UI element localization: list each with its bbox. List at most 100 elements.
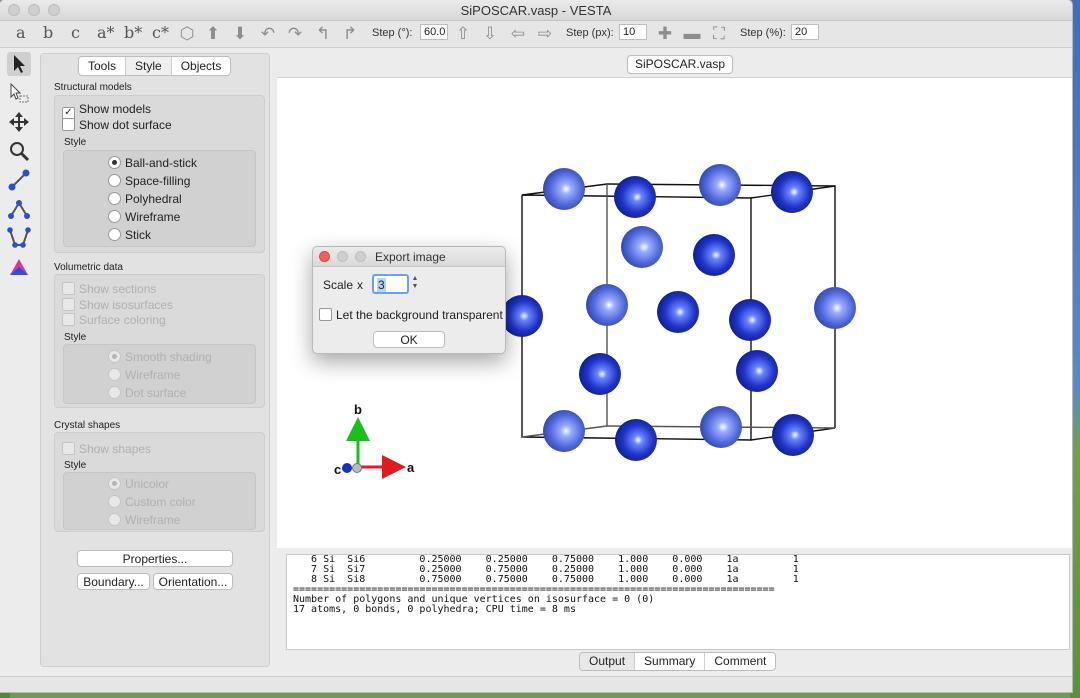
translate-up-icon[interactable]: ⇧ <box>453 24 473 44</box>
axis-b-label: b <box>354 402 362 417</box>
select-tool-icon[interactable] <box>7 52 31 76</box>
view-along-c-button[interactable]: c <box>71 23 80 42</box>
structural-style-group: Ball-and-stick Space-filling Polyhedral … <box>63 150 256 247</box>
tab-comment[interactable]: Comment <box>705 653 775 670</box>
surface-coloring-checkbox[interactable]: Surface coloring <box>62 313 166 327</box>
transparent-background-checkbox[interactable]: Let the background transparent <box>319 308 503 322</box>
panel-tabs: Tools Style Objects <box>78 56 232 76</box>
axis-a-label: a <box>407 460 415 475</box>
rotate-cw-icon[interactable]: ↱ <box>340 24 360 44</box>
step-px-label: Step (px): <box>566 27 614 39</box>
tab-objects[interactable]: Objects <box>172 57 231 75</box>
si-atoms[interactable] <box>501 164 856 461</box>
tab-style[interactable]: Style <box>126 57 172 75</box>
translate-right-icon[interactable]: ⇨ <box>535 24 555 44</box>
select-region-tool-icon[interactable] <box>7 81 31 105</box>
step-degree-label: Step (°): <box>372 27 413 39</box>
step-degree-input[interactable]: 60.0 <box>420 24 448 40</box>
si-atom <box>700 406 742 448</box>
zoom-in-icon[interactable]: ✚ <box>655 24 675 44</box>
si-atom <box>614 176 656 218</box>
show-shapes-checkbox[interactable]: Show shapes <box>62 442 151 456</box>
step-pct-input[interactable]: 20 <box>791 24 819 40</box>
si-atom <box>586 284 628 326</box>
show-dot-surface-checkbox[interactable]: Show dot surface <box>62 118 172 132</box>
rotate-right-icon[interactable]: ↷ <box>285 24 305 44</box>
dialog-title-bar: Export image <box>313 247 505 267</box>
output-line: 17 atoms, 0 bonds, 0 polyhedra; CPU time… <box>293 604 576 615</box>
view-along-a-star-button[interactable]: a* <box>97 23 115 42</box>
orientation-button[interactable]: Orientation... <box>153 573 233 590</box>
lattice-plane-tool-icon[interactable] <box>7 255 31 279</box>
volumetric-wireframe-radio[interactable]: Wireframe <box>108 368 180 382</box>
toolbar: a b c a* b* c* ⬡ ⬆ ⬇ ↶ ↷ ↰ ↱ Step (°): 6… <box>0 21 1072 48</box>
si-atom <box>814 287 856 329</box>
magnify-tool-icon[interactable] <box>7 139 31 163</box>
status-bar <box>0 676 1072 692</box>
structural-style-label: Style <box>64 137 87 148</box>
view-along-b-button[interactable]: b <box>43 23 53 42</box>
show-sections-checkbox[interactable]: Show sections <box>62 282 156 296</box>
ok-button[interactable]: OK <box>373 331 445 348</box>
space-filling-radio[interactable]: Space-filling <box>108 174 190 188</box>
view-along-b-star-button[interactable]: b* <box>124 23 142 42</box>
si-atom <box>693 234 735 276</box>
si-atom <box>543 168 585 210</box>
view-along-a-button[interactable]: a <box>16 23 26 42</box>
properties-button[interactable]: Properties... <box>77 550 233 567</box>
translate-down-icon[interactable]: ⇩ <box>480 24 500 44</box>
volumetric-style-group: Smooth shading Wireframe Dot surface <box>63 344 256 404</box>
structural-models-title: Structural models <box>54 82 132 93</box>
tab-output[interactable]: Output <box>580 653 636 670</box>
angle-tool-icon[interactable] <box>7 197 31 221</box>
smooth-shading-radio[interactable]: Smooth shading <box>108 350 212 364</box>
vesta-window: SiPOSCAR.vasp - VESTA a b c a* b* c* ⬡ ⬆… <box>0 0 1072 692</box>
window-title: SiPOSCAR.vasp - VESTA <box>460 3 612 18</box>
unicolor-radio[interactable]: Unicolor <box>108 477 169 491</box>
custom-color-radio[interactable]: Custom color <box>108 495 196 509</box>
polyhedron-icon[interactable]: ⬡ <box>177 24 197 44</box>
step-pct-label: Step (%): <box>740 27 786 39</box>
stick-radio[interactable]: Stick <box>108 228 151 242</box>
step-px-input[interactable]: 10 <box>619 24 647 40</box>
dialog-close-button[interactable] <box>319 251 330 262</box>
rotate-left-icon[interactable]: ↶ <box>258 24 278 44</box>
dialog-zoom-button[interactable] <box>355 251 366 262</box>
wireframe-radio[interactable]: Wireframe <box>108 210 180 224</box>
si-atom <box>621 226 663 268</box>
volumetric-data-group: Show sections Show isosurfaces Surface c… <box>54 274 265 408</box>
tab-tools[interactable]: Tools <box>79 57 127 75</box>
dihedral-tool-icon[interactable] <box>7 226 31 250</box>
dot-surface-radio[interactable]: Dot surface <box>108 386 186 400</box>
crystal-shapes-group: Show shapes Style Unicolor Custom color … <box>54 432 265 532</box>
polyhedral-radio[interactable]: Polyhedral <box>108 192 182 206</box>
show-isosurfaces-checkbox[interactable]: Show isosurfaces <box>62 298 173 312</box>
zoom-out-icon[interactable]: ▬ <box>682 24 702 44</box>
si-atom <box>579 353 621 395</box>
translate-tool-icon[interactable] <box>7 110 31 134</box>
volumetric-style-label: Style <box>64 332 87 343</box>
scale-stepper[interactable]: ▲ ▼ <box>411 275 419 293</box>
output-text-area[interactable]: 6 Si Si6 0.25000 0.25000 0.75000 1.000 0… <box>286 554 1070 650</box>
dialog-minimize-button[interactable] <box>337 251 348 262</box>
rotate-ccw-icon[interactable]: ↰ <box>313 24 333 44</box>
tab-summary[interactable]: Summary <box>635 653 706 670</box>
dialog-title: Export image <box>375 250 446 264</box>
si-atom <box>501 295 543 337</box>
si-atom <box>772 414 814 456</box>
rotate-down-icon[interactable]: ⬇ <box>230 24 250 44</box>
axes-indicator: a b c <box>334 402 415 479</box>
crystal-wireframe-radio[interactable]: Wireframe <box>108 513 180 527</box>
volumetric-data-title: Volumetric data <box>54 262 123 273</box>
ball-and-stick-radio[interactable]: Ball-and-stick <box>108 156 197 170</box>
document-tab[interactable]: SiPOSCAR.vasp <box>627 55 733 74</box>
tool-strip <box>5 50 32 650</box>
fit-to-screen-icon[interactable]: ⛶ <box>709 24 729 44</box>
title-bar: SiPOSCAR.vasp - VESTA <box>0 0 1072 21</box>
view-along-c-star-button[interactable]: c* <box>152 23 169 42</box>
boundary-button[interactable]: Boundary... <box>77 573 150 590</box>
scale-input[interactable]: 3 <box>372 274 409 294</box>
translate-left-icon[interactable]: ⇦ <box>508 24 528 44</box>
distance-tool-icon[interactable] <box>7 168 31 192</box>
rotate-up-icon[interactable]: ⬆ <box>203 24 223 44</box>
